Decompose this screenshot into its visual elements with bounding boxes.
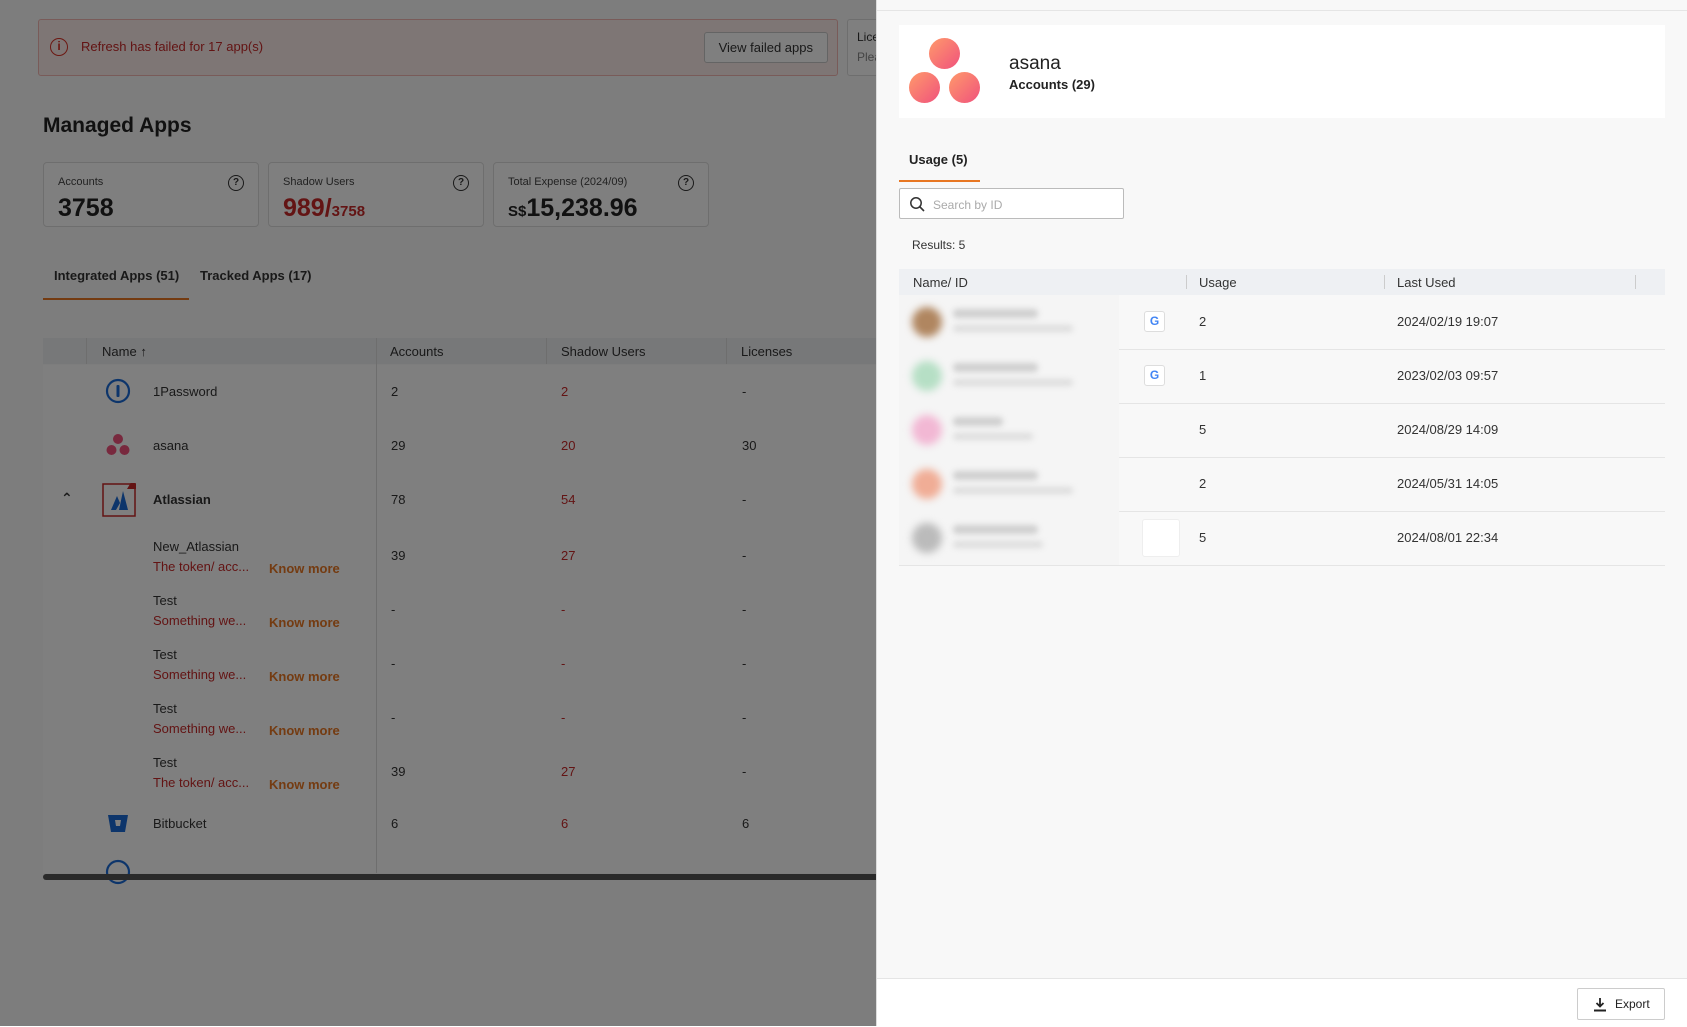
table-row[interactable]: G 1 2023/02/03 09:57	[899, 349, 1665, 404]
redacted-text	[953, 541, 1043, 548]
redacted-text	[953, 433, 1033, 440]
search-input[interactable]	[931, 194, 1115, 216]
redacted-user	[899, 349, 1119, 403]
drawer-divider	[877, 10, 1687, 11]
usage-value: 2	[1199, 314, 1207, 329]
drawer-app-name: asana	[1009, 53, 1061, 74]
app-header-card: asana Accounts (29)	[899, 25, 1665, 118]
avatar	[912, 415, 942, 445]
account-source-icon	[1142, 519, 1180, 557]
app-frame: i Refresh has failed for 17 app(s) View …	[0, 0, 1687, 1027]
last-used-value: 2024/08/29 14:09	[1397, 422, 1499, 437]
col-usage-header[interactable]: Usage	[1199, 275, 1237, 290]
table-row[interactable]: 5 2024/08/29 14:09	[899, 403, 1665, 458]
col-last-used-header[interactable]: Last Used	[1397, 275, 1456, 290]
redacted-text	[953, 309, 1038, 318]
table-row[interactable]: 5 2024/08/01 22:34	[899, 511, 1665, 566]
avatar	[912, 307, 942, 337]
active-tab-underline	[899, 180, 980, 182]
usage-value: 5	[1199, 422, 1207, 437]
last-used-value: 2024/08/01 22:34	[1397, 530, 1499, 545]
redacted-user	[899, 511, 1119, 565]
usage-value: 5	[1199, 530, 1207, 545]
export-label: Export	[1615, 997, 1650, 1011]
google-icon: G	[1144, 311, 1165, 332]
column-divider	[1635, 275, 1636, 289]
search-icon	[910, 197, 925, 212]
table-row[interactable]: 2 2024/05/31 14:05	[899, 457, 1665, 512]
column-divider	[1186, 275, 1187, 289]
usage-table-header: Name/ ID Usage Last Used	[899, 269, 1665, 295]
avatar	[912, 523, 942, 553]
col-name-id-header[interactable]: Name/ ID	[913, 275, 968, 290]
column-divider	[1384, 275, 1385, 289]
drawer-footer: Export	[877, 978, 1687, 1027]
redacted-text	[953, 417, 1003, 426]
last-used-value: 2024/02/19 19:07	[1397, 314, 1499, 329]
avatar	[912, 361, 942, 391]
download-icon	[1594, 998, 1606, 1012]
search-box[interactable]	[899, 188, 1124, 219]
tab-usage[interactable]: Usage (5)	[899, 150, 980, 182]
redacted-text	[953, 363, 1038, 372]
google-icon: G	[1144, 365, 1165, 386]
app-detail-drawer: asana Accounts (29) Usage (5) Results: 5…	[876, 0, 1687, 1027]
redacted-user	[899, 457, 1119, 511]
results-count: Results: 5	[912, 238, 966, 252]
asana-logo	[909, 38, 981, 106]
table-row[interactable]: G 2 2024/02/19 19:07	[899, 295, 1665, 350]
redacted-text	[953, 471, 1038, 480]
last-used-value: 2023/02/03 09:57	[1397, 368, 1499, 383]
redacted-text	[953, 379, 1073, 386]
usage-value: 1	[1199, 368, 1207, 383]
avatar	[912, 469, 942, 499]
redacted-user	[899, 295, 1119, 349]
drawer-accounts-count: Accounts (29)	[1009, 77, 1095, 92]
export-button[interactable]: Export	[1577, 988, 1665, 1020]
usage-value: 2	[1199, 476, 1207, 491]
redacted-text	[953, 325, 1073, 332]
last-used-value: 2024/05/31 14:05	[1397, 476, 1499, 491]
tab-usage-label: Usage (5)	[909, 152, 968, 167]
redacted-user	[899, 403, 1119, 457]
redacted-text	[953, 525, 1038, 534]
redacted-text	[953, 487, 1073, 494]
